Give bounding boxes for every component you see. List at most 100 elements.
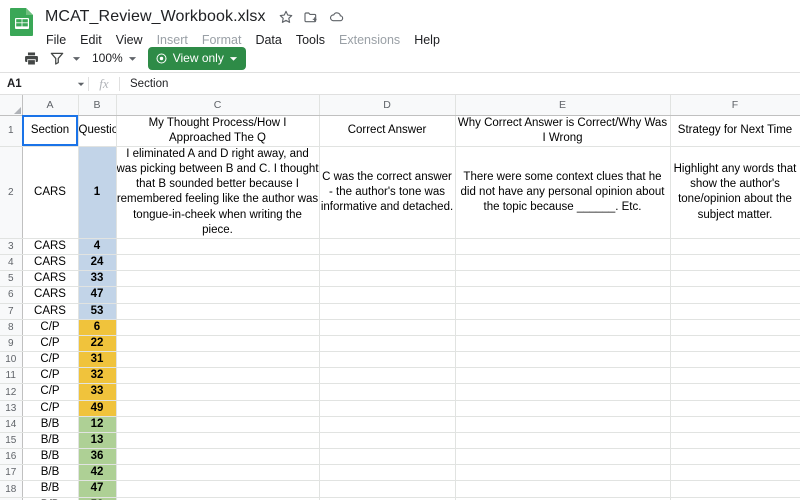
cell-e15[interactable] <box>455 432 671 450</box>
cloud-status-icon[interactable] <box>328 9 344 25</box>
row-header-7[interactable]: 7 <box>0 303 23 320</box>
cell-a16[interactable]: B/B <box>22 448 79 466</box>
cell-f18[interactable] <box>670 480 800 498</box>
cell-d12[interactable] <box>319 383 456 401</box>
cell-e14[interactable] <box>455 416 671 433</box>
cell-b15[interactable]: 13 <box>78 432 117 450</box>
cell-e2[interactable]: There were some context clues that he di… <box>455 146 671 239</box>
cell-b4[interactable]: 24 <box>78 254 117 272</box>
column-header-a[interactable]: A <box>22 95 79 116</box>
cell-c1[interactable]: My Thought Process/How I Approached The … <box>116 115 320 147</box>
cell-a3[interactable]: CARS <box>22 238 79 256</box>
row-header-5[interactable]: 5 <box>0 270 23 288</box>
cell-b13[interactable]: 49 <box>78 400 117 417</box>
cell-e13[interactable] <box>455 400 671 417</box>
cell-f8[interactable] <box>670 319 800 336</box>
cell-f13[interactable] <box>670 400 800 417</box>
print-icon[interactable] <box>18 46 44 70</box>
cell-c18[interactable] <box>116 480 320 498</box>
menu-tools[interactable]: Tools <box>295 32 326 48</box>
filter-icon[interactable] <box>44 46 70 70</box>
cell-f10[interactable] <box>670 351 800 369</box>
cell-b6[interactable]: 47 <box>78 286 117 304</box>
menu-extensions[interactable]: Extensions <box>338 32 401 48</box>
cell-f4[interactable] <box>670 254 800 272</box>
cell-d5[interactable] <box>319 270 456 288</box>
cell-a18[interactable]: B/B <box>22 480 79 498</box>
cell-a5[interactable]: CARS <box>22 270 79 288</box>
cell-e9[interactable] <box>455 335 671 353</box>
row-header-6[interactable]: 6 <box>0 286 23 304</box>
cell-a13[interactable]: C/P <box>22 400 79 417</box>
cell-c8[interactable] <box>116 319 320 336</box>
row-header-3[interactable]: 3 <box>0 238 23 256</box>
filter-dropdown-caret-icon[interactable] <box>70 46 82 70</box>
cell-c11[interactable] <box>116 367 320 385</box>
row-header-14[interactable]: 14 <box>0 416 23 433</box>
cell-f1[interactable]: Strategy for Next Time <box>670 115 800 147</box>
cell-b16[interactable]: 36 <box>78 448 117 466</box>
cell-e10[interactable] <box>455 351 671 369</box>
cell-e18[interactable] <box>455 480 671 498</box>
cell-d10[interactable] <box>319 351 456 369</box>
cell-f2[interactable]: Highlight any words that show the author… <box>670 146 800 239</box>
cell-c2[interactable]: I eliminated A and D right away, and was… <box>116 146 320 239</box>
row-header-1[interactable]: 1 <box>0 115 23 147</box>
star-icon[interactable] <box>278 9 294 25</box>
row-header-16[interactable]: 16 <box>0 448 23 466</box>
cell-d16[interactable] <box>319 448 456 466</box>
cell-e17[interactable] <box>455 464 671 482</box>
cell-c4[interactable] <box>116 254 320 272</box>
cell-f15[interactable] <box>670 432 800 450</box>
cell-c16[interactable] <box>116 448 320 466</box>
cell-c15[interactable] <box>116 432 320 450</box>
cell-b7[interactable]: 53 <box>78 303 117 320</box>
view-only-button[interactable]: View only <box>147 46 246 70</box>
cell-f17[interactable] <box>670 464 800 482</box>
cell-c19[interactable] <box>116 497 320 500</box>
column-header-e[interactable]: E <box>455 95 671 116</box>
row-header-11[interactable]: 11 <box>0 367 23 385</box>
cell-f7[interactable] <box>670 303 800 320</box>
cell-a8[interactable]: C/P <box>22 319 79 336</box>
cell-e4[interactable] <box>455 254 671 272</box>
cell-f9[interactable] <box>670 335 800 353</box>
cell-c5[interactable] <box>116 270 320 288</box>
cell-b11[interactable]: 32 <box>78 367 117 385</box>
cell-d4[interactable] <box>319 254 456 272</box>
cell-f6[interactable] <box>670 286 800 304</box>
menu-help[interactable]: Help <box>413 32 441 48</box>
cell-d7[interactable] <box>319 303 456 320</box>
cell-d17[interactable] <box>319 464 456 482</box>
column-header-d[interactable]: D <box>319 95 456 116</box>
cell-d9[interactable] <box>319 335 456 353</box>
name-box[interactable]: A1 <box>0 73 74 94</box>
cell-a12[interactable]: C/P <box>22 383 79 401</box>
column-header-f[interactable]: F <box>670 95 800 116</box>
row-header-9[interactable]: 9 <box>0 335 23 353</box>
cell-a14[interactable]: B/B <box>22 416 79 433</box>
cell-e6[interactable] <box>455 286 671 304</box>
cell-b19[interactable]: 58 <box>78 497 117 500</box>
cell-c6[interactable] <box>116 286 320 304</box>
cell-d11[interactable] <box>319 367 456 385</box>
cell-d13[interactable] <box>319 400 456 417</box>
cell-a7[interactable]: CARS <box>22 303 79 320</box>
cell-f19[interactable] <box>670 497 800 500</box>
cell-d3[interactable] <box>319 238 456 256</box>
menu-format[interactable]: Format <box>201 32 243 48</box>
cell-b18[interactable]: 47 <box>78 480 117 498</box>
cell-d1[interactable]: Correct Answer <box>319 115 456 147</box>
cell-e3[interactable] <box>455 238 671 256</box>
cell-d15[interactable] <box>319 432 456 450</box>
cell-c10[interactable] <box>116 351 320 369</box>
row-header-15[interactable]: 15 <box>0 432 23 450</box>
cell-a10[interactable]: C/P <box>22 351 79 369</box>
cell-f3[interactable] <box>670 238 800 256</box>
column-header-c[interactable]: C <box>116 95 320 116</box>
row-header-13[interactable]: 13 <box>0 400 23 417</box>
cell-b3[interactable]: 4 <box>78 238 117 256</box>
document-title[interactable]: MCAT_Review_Workbook.xlsx <box>45 8 266 26</box>
cell-b17[interactable]: 42 <box>78 464 117 482</box>
zoom-level-selector[interactable]: 100% <box>82 47 127 69</box>
